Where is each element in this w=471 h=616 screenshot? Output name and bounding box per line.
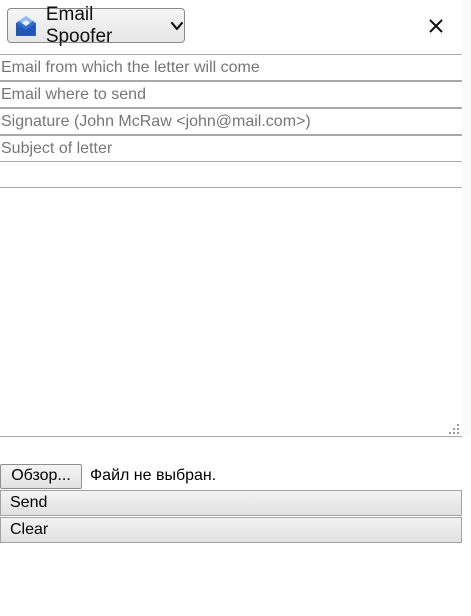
resize-grip-icon[interactable]: [448, 423, 460, 435]
file-status-text: Файл не выбран.: [90, 467, 217, 484]
from-email-input[interactable]: [0, 54, 462, 81]
close-icon[interactable]: [424, 14, 448, 38]
send-button[interactable]: Send: [0, 490, 462, 516]
to-email-input[interactable]: [0, 81, 462, 108]
header: Email Spoofer: [0, 0, 471, 54]
editor-toolbar-row: [0, 162, 462, 188]
scrollbar-track[interactable]: [463, 0, 471, 437]
envelope-logo-icon: [15, 15, 36, 36]
email-spoofer-panel: Email Spoofer Обзор... Файл не выбран. S…: [0, 0, 471, 616]
signature-input[interactable]: [0, 108, 462, 135]
app-title: Email Spoofer: [45, 3, 113, 47]
browse-file-button[interactable]: Обзор...: [0, 463, 82, 489]
clear-button[interactable]: Clear: [0, 517, 462, 543]
file-picker: Обзор... Файл не выбран.: [0, 463, 462, 489]
chevron-down-icon: [171, 21, 184, 30]
message-body-textarea[interactable]: [0, 188, 462, 437]
subject-input[interactable]: [0, 135, 462, 162]
app-selector[interactable]: Email Spoofer: [7, 4, 185, 47]
